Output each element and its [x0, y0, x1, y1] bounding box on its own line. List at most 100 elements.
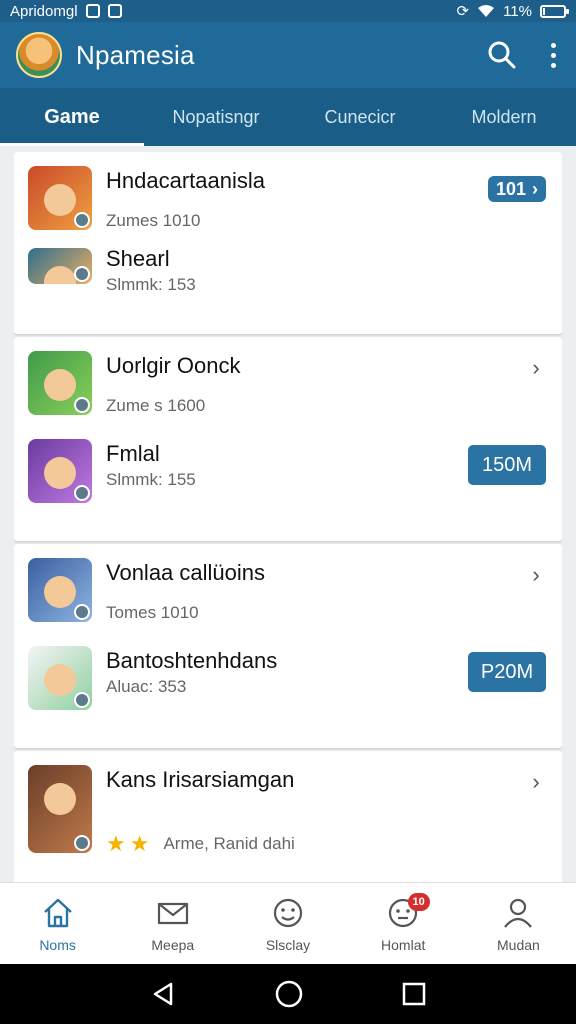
mail-icon	[155, 895, 191, 931]
game-subtitle-text: Slmmk: 153	[106, 275, 196, 294]
character-face	[44, 664, 76, 696]
game-text: Bantoshtenhdans Aluac: 353	[106, 646, 277, 698]
game-card[interactable]: Hndacartaanisla Zumes 1010 101 › Shearl Slmmk…	[14, 152, 562, 334]
game-text: Hndacartaanisla Zumes 1010	[106, 166, 265, 232]
character-face	[44, 266, 76, 284]
tab-0[interactable]: Game	[0, 88, 144, 146]
game-subtitle-text: Tomes 1010	[106, 603, 199, 622]
character-face	[44, 783, 76, 815]
game-thumbnail	[28, 765, 92, 853]
battery-text: 11%	[503, 2, 532, 20]
game-text: Vonlaa callüoins Tomes 1010	[106, 558, 265, 624]
game-list: Hndacartaanisla Zumes 1010 101 › Shearl Slmmk…	[14, 152, 562, 882]
game-text: Uorlgir Oonck Zume s 1600	[106, 351, 240, 417]
status-bar: Apridomgl ⟳ 11%	[0, 0, 576, 22]
game-title: Bantoshtenhdans	[106, 648, 278, 673]
nav-item-label: Homlat	[381, 936, 426, 953]
list-item[interactable]: Fmlal Slmmk: 155 150M	[14, 439, 562, 529]
chevron-right-icon[interactable]: ›	[526, 355, 546, 380]
character-face	[44, 457, 76, 489]
game-text: Shearl Slmmk: 153	[106, 244, 196, 296]
game-card[interactable]: Kans Irisarsiamgan ★ ★ Arme, Ranid dahi ›	[14, 751, 562, 882]
game-text: Kans Irisarsiamgan ★ ★ Arme, Ranid dahi	[106, 765, 295, 855]
battery-fill	[543, 7, 545, 15]
list-item[interactable]: Kans Irisarsiamgan ★ ★ Arme, Ranid dahi ›	[14, 765, 562, 882]
game-thumbnail	[28, 439, 92, 503]
character-face	[44, 369, 76, 401]
install-button[interactable]: 150M	[468, 445, 546, 485]
bottom-navigation: Noms Meepa Slsclay Homlat 10 Mudan	[0, 882, 576, 964]
game-subtitle: Zumes 1010	[106, 210, 265, 232]
level-badge-icon	[74, 604, 90, 620]
game-title: Uorlgir Oonck	[106, 353, 241, 378]
character-face	[44, 184, 76, 216]
person-icon	[500, 895, 536, 931]
wifi-icon	[478, 5, 495, 17]
game-thumbnail	[28, 558, 92, 622]
list-item[interactable]: Shearl Slmmk: 153	[14, 244, 562, 322]
level-badge-icon	[74, 835, 90, 851]
game-title: Vonlaa callüoins	[106, 560, 266, 585]
level-badge-icon	[74, 397, 90, 413]
level-badge-icon	[74, 692, 90, 708]
list-item[interactable]: Hndacartaanisla Zumes 1010 101 ›	[14, 166, 562, 244]
game-subtitle: Slmmk: 155	[106, 469, 196, 491]
home-circle-icon[interactable]	[274, 979, 304, 1009]
list-item[interactable]: Vonlaa callüoins Tomes 1010 ›	[14, 558, 562, 646]
app-title: Npamesia	[76, 39, 195, 70]
game-subtitle-text: Slmmk: 155	[106, 470, 196, 489]
nav-item-2[interactable]: Slsclay	[230, 883, 345, 964]
game-text: Fmlal Slmmk: 155	[106, 439, 196, 491]
back-icon[interactable]	[149, 980, 177, 1008]
game-title: Shearl	[106, 246, 170, 271]
tab-1[interactable]: Nopatisngr	[144, 88, 288, 146]
game-card[interactable]: Vonlaa callüoins Tomes 1010 › Bantoshtenhda…	[14, 544, 562, 748]
game-subtitle-text: Zume s 1600	[106, 396, 206, 415]
level-badge-icon	[74, 212, 90, 228]
nav-item-4[interactable]: Mudan	[461, 883, 576, 964]
chevron-right-icon[interactable]: ›	[526, 769, 546, 794]
tab-bar: Game Nopatisngr Cunecicr Moldern	[0, 88, 576, 146]
tab-3[interactable]: Moldern	[432, 88, 576, 146]
nav-item-1[interactable]: Meepa	[115, 883, 230, 964]
game-subtitle: Slmmk: 153	[106, 274, 196, 296]
install-button[interactable]: P20M	[468, 652, 546, 692]
notification-icon	[85, 4, 100, 18]
game-title: Kans Irisarsiamgan	[106, 767, 295, 792]
game-thumbnail	[28, 351, 92, 415]
nav-item-label: Slsclay	[265, 936, 311, 953]
game-subtitle: Zume s 1600	[106, 395, 240, 417]
notification-badge: 10	[407, 893, 430, 911]
game-subtitle-text: Zumes 1010	[106, 211, 201, 230]
game-thumbnail	[28, 166, 92, 230]
game-subtitle-text: Arme, Ranid dahi	[163, 834, 295, 853]
count-pill[interactable]: 101 ›	[487, 176, 546, 202]
search-icon[interactable]	[487, 40, 517, 70]
list-item[interactable]: Uorlgir Oonck Zume s 1600 ›	[14, 351, 562, 439]
nav-item-label: Meepa	[151, 936, 195, 953]
more-vert-icon[interactable]	[547, 39, 560, 72]
game-subtitle: Aluac: 353	[106, 676, 277, 698]
game-title: Hndacartaanisla	[106, 168, 265, 193]
nav-item-label: Mudan	[497, 936, 540, 953]
battery-icon	[540, 4, 569, 18]
recents-icon[interactable]	[401, 981, 427, 1007]
chevron-right-icon[interactable]: ›	[526, 562, 546, 587]
nav-item-3[interactable]: Homlat 10	[346, 883, 461, 964]
system-navigation-bar	[0, 964, 576, 1024]
list-item[interactable]: Bantoshtenhdans Aluac: 353 P20M	[14, 646, 562, 736]
game-title: Fmlal	[106, 441, 160, 466]
game-card[interactable]: Uorlgir Oonck Zume s 1600 › Fmlal Slmmk: 155…	[14, 337, 562, 541]
game-subtitle: ★ ★ Arme, Ranid dahi	[106, 833, 295, 855]
image-notification-icon	[107, 4, 122, 18]
level-badge-icon	[74, 266, 90, 282]
app-bar: Npamesia	[0, 22, 576, 88]
game-subtitle: Tomes 1010	[106, 602, 265, 624]
tab-2[interactable]: Cunecicr	[288, 88, 432, 146]
nav-item-0[interactable]: Noms	[0, 883, 115, 964]
sync-icon: ⟳	[456, 3, 470, 20]
game-thumbnail	[28, 646, 92, 710]
status-app-label: Apridomgl	[10, 2, 78, 20]
character-face	[44, 576, 76, 608]
chevron-right-icon: ›	[532, 178, 538, 199]
